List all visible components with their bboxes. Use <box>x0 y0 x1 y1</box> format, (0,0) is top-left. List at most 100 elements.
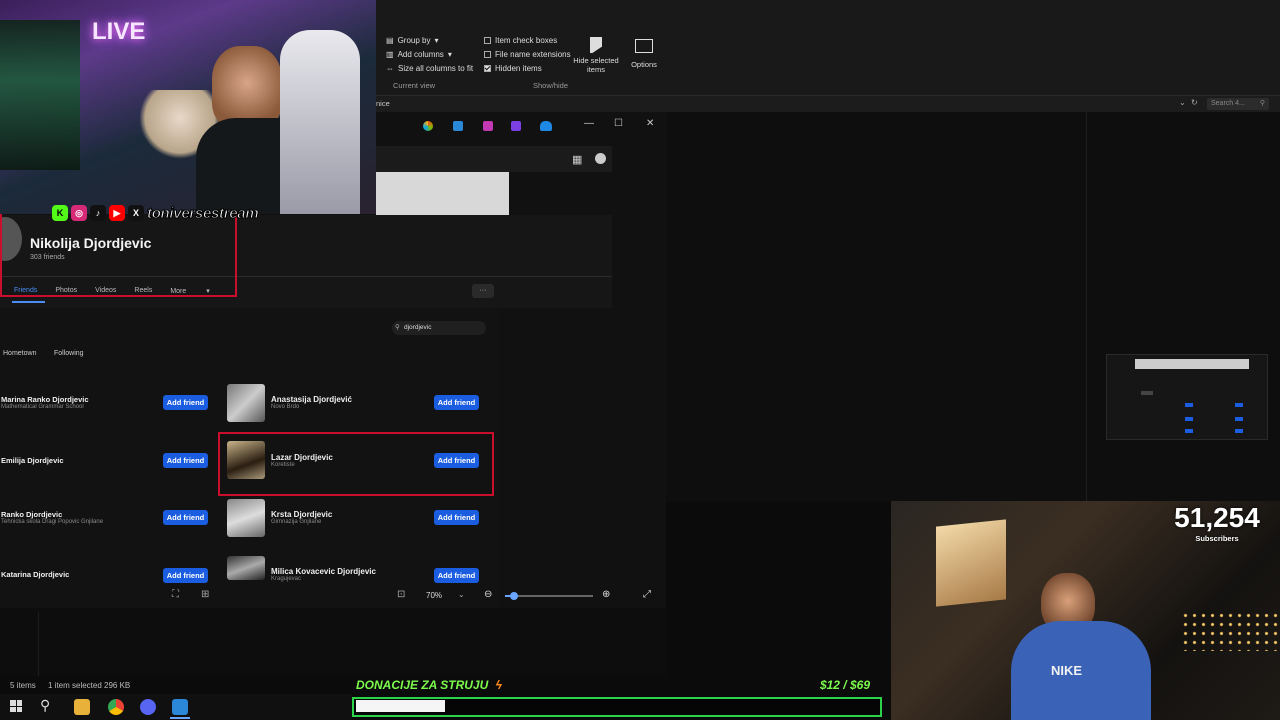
clipchamp-icon[interactable] <box>511 121 521 131</box>
list-item[interactable]: Ranko Djordjevic Tehnicka skola Dragi Po… <box>1 510 103 525</box>
list-item[interactable]: Emilija Djordjevic <box>1 456 64 465</box>
add-friend-button[interactable]: Add friend <box>163 453 208 468</box>
monitor-shape <box>0 20 80 170</box>
chevron-down-icon[interactable]: ⌄ <box>1179 98 1186 107</box>
checkbox[interactable] <box>484 51 491 58</box>
chevron-down-icon[interactable]: ⌄ <box>458 590 465 599</box>
preview-thumbnail[interactable] <box>1106 354 1268 440</box>
checkbox[interactable] <box>484 37 491 44</box>
explorer-search-input[interactable]: Search 4... ⚲ <box>1207 98 1269 110</box>
hide-selected-button[interactable]: Hide selected items <box>572 37 620 74</box>
youtube-icon: ▶ <box>109 205 125 221</box>
friend-photo[interactable] <box>227 384 265 422</box>
size-columns-icon: ⇔ <box>386 64 394 73</box>
file-name-extensions-toggle[interactable]: File name extensions <box>484 50 571 59</box>
show-hide-group: Item check boxes File name extensions Hi… <box>484 36 571 73</box>
add-friend-button[interactable]: Add friend <box>163 395 208 410</box>
bright-screen <box>936 519 1006 607</box>
search-icon: ⚲ <box>395 324 400 331</box>
thumb-row <box>1141 391 1153 395</box>
subscriber-label: Subscribers <box>1195 534 1239 543</box>
list-item[interactable]: Katarina Djordjevic <box>1 570 69 579</box>
filter-following[interactable]: Following <box>54 350 84 357</box>
friend-photo[interactable] <box>227 556 265 580</box>
minimize-icon[interactable]: — <box>584 118 594 129</box>
social-handles: K ◎ ♪ ▶ X toniversestream <box>52 203 259 223</box>
size-columns-button[interactable]: ⇔ Size all columns to fit <box>386 64 473 73</box>
search-icon[interactable]: ⚲ <box>40 697 50 714</box>
copilot-icon[interactable] <box>423 121 433 131</box>
refresh-icon[interactable]: ↻ <box>1191 98 1198 107</box>
explorer-lower-pane <box>0 608 666 676</box>
chevron-down-icon: ▾ <box>434 36 439 45</box>
address-path: nice <box>376 99 390 108</box>
item-count: 5 items <box>10 681 36 690</box>
gaming-chair <box>280 30 360 214</box>
more-options-button[interactable]: ··· <box>472 284 494 298</box>
list-item[interactable]: Anastasija Djordjević Novo Brdo <box>271 395 352 410</box>
edit-icon[interactable] <box>453 121 463 131</box>
group-by-button[interactable]: ▤ Group by ▾ <box>386 36 473 45</box>
menu-grid-icon[interactable]: ▦ <box>572 153 582 166</box>
instagram-icon: ◎ <box>71 205 87 221</box>
discord-icon[interactable] <box>140 699 156 715</box>
zoom-level[interactable]: 70% <box>426 591 442 600</box>
zoom-slider[interactable] <box>505 592 593 600</box>
checkbox-checked[interactable] <box>484 65 491 72</box>
maximize-icon[interactable]: ☐ <box>614 118 623 129</box>
friend-photo[interactable] <box>227 499 265 537</box>
highlight-box-friend <box>218 432 494 496</box>
add-friend-button[interactable]: Add friend <box>163 568 208 583</box>
hide-selected-icon <box>590 37 602 53</box>
shirt-print: NIKE <box>1051 663 1083 678</box>
zoom-slider-handle[interactable] <box>510 592 518 600</box>
viewer-toolbar: ⛶ ⊞ ⊡ 70% ⌄ ⊖ ⊕ ⤢ <box>160 584 666 608</box>
guest-shirt: NIKE <box>1011 621 1151 720</box>
fit-screen-icon[interactable]: ⛶ <box>172 589 179 600</box>
list-item[interactable]: Marina Ranko Djordjevic Mathematical Gra… <box>1 395 89 410</box>
onedrive-icon[interactable] <box>540 121 552 131</box>
file-explorer-icon[interactable] <box>74 699 90 715</box>
options-button[interactable]: Options <box>628 39 660 69</box>
add-friend-button[interactable]: Add friend <box>163 510 208 525</box>
zoom-in-icon[interactable]: ⊕ <box>602 589 610 600</box>
list-item[interactable]: Milica Kovacevic Djordjevic Kragujevac <box>271 567 376 582</box>
hidden-items-toggle[interactable]: Hidden items <box>484 64 571 73</box>
subscriber-counter: 51,254 Subscribers <box>1162 502 1272 543</box>
fullscreen-icon[interactable]: ⤢ <box>643 589 651 600</box>
thumb-btn <box>1185 429 1193 433</box>
add-friend-button[interactable]: Add friend <box>434 510 479 525</box>
address-bar[interactable]: nice ⌄ ↻ <box>376 96 1280 113</box>
add-columns-button[interactable]: ▥ Add columns ▾ <box>386 50 473 59</box>
current-view-group-label: Current view <box>393 81 436 90</box>
photos-icon[interactable] <box>172 699 188 715</box>
options-icon <box>635 39 653 53</box>
filter-hometown[interactable]: Hometown <box>3 350 36 357</box>
list-item[interactable]: Krsta Djordjevic Gimnazija Gnjilane <box>271 510 332 525</box>
friends-search-input[interactable]: ⚲ djordjevic <box>392 321 486 335</box>
zoom-out-icon[interactable]: ⊖ <box>484 589 492 600</box>
group-by-icon: ▤ <box>386 36 394 45</box>
kick-icon: K <box>52 205 68 221</box>
add-friend-button[interactable]: Add friend <box>434 395 479 410</box>
x-icon: X <box>128 205 144 221</box>
selection-info: 1 item selected 296 KB <box>48 681 131 690</box>
chevron-down-icon: ▾ <box>447 50 452 59</box>
thumb-btn <box>1235 429 1243 433</box>
designer-icon[interactable] <box>483 121 493 131</box>
actual-size-icon[interactable]: ⊞ <box>201 589 209 600</box>
city-lights <box>1181 611 1280 651</box>
chrome-icon[interactable] <box>108 699 124 715</box>
messenger-icon[interactable] <box>595 153 606 164</box>
windows-start-icon[interactable] <box>10 700 22 712</box>
donation-progress-fill <box>356 700 445 712</box>
thumb-btn <box>1235 403 1243 407</box>
close-icon[interactable]: ✕ <box>646 118 654 129</box>
highlight-box-profile <box>0 214 237 297</box>
subscriber-count: 51,254 <box>1174 502 1260 533</box>
search-icon: ⚲ <box>1259 100 1265 107</box>
fit-window-icon[interactable]: ⊡ <box>397 589 405 600</box>
add-friend-button[interactable]: Add friend <box>434 568 479 583</box>
item-check-boxes-toggle[interactable]: Item check boxes <box>484 36 571 45</box>
thumb-cover <box>1135 359 1249 369</box>
